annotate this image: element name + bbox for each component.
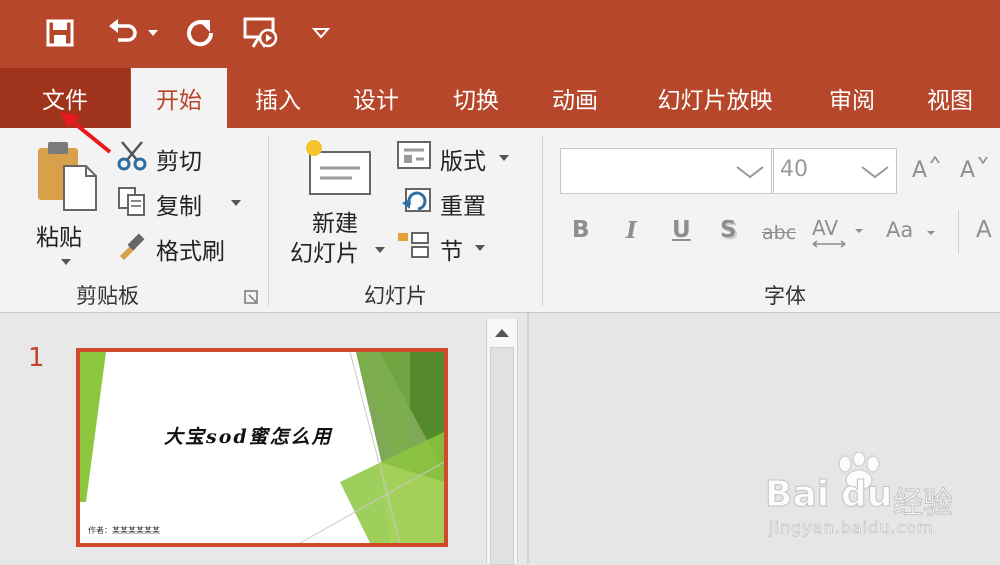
- watermark-brand-a: Bai: [764, 474, 830, 516]
- copy-label: 复制: [156, 194, 202, 220]
- ribbon-home: 粘贴 剪切 复制 格式刷 剪贴板 新建 幻灯片 版式 重置 节 幻灯片 40 A…: [0, 128, 1000, 313]
- tab-home[interactable]: 开始: [131, 68, 227, 128]
- annotation-arrow-icon: [60, 112, 112, 154]
- separator: [958, 210, 959, 254]
- slideshow-from-start-icon[interactable]: [238, 14, 284, 52]
- reset-label: 重置: [440, 194, 486, 220]
- section-icon: [398, 232, 429, 258]
- format-painter-label: 格式刷: [156, 239, 225, 265]
- tab-design[interactable]: 设计: [332, 68, 420, 128]
- decrease-font-button[interactable]: A: [958, 156, 992, 186]
- caret-down-icon: [927, 231, 935, 235]
- shadow-button[interactable]: S: [720, 217, 737, 243]
- ribbon-tabs: 文件 开始 插入 设计 切换 动画 幻灯片放映 审阅 视图: [0, 68, 1000, 128]
- font-size-combo[interactable]: 40: [773, 148, 897, 194]
- paste-dropdown-icon[interactable]: [60, 258, 72, 266]
- slide-title: 大宝sod蜜怎么用: [164, 426, 333, 448]
- tab-animations[interactable]: 动画: [531, 68, 619, 128]
- slide-number: 1: [28, 343, 45, 373]
- change-case-icon: Aa: [886, 218, 914, 242]
- scissors-icon: [117, 141, 147, 171]
- clipboard-group-label: 剪贴板: [76, 284, 139, 308]
- clear-formatting-button[interactable]: A: [976, 217, 992, 243]
- thumbnail-scrollbar[interactable]: [486, 319, 518, 565]
- redo-icon[interactable]: [180, 14, 220, 52]
- font-name-combo[interactable]: [560, 148, 772, 194]
- character-spacing-icon: AV: [812, 216, 839, 240]
- tab-slideshow[interactable]: 幻灯片放映: [638, 68, 792, 128]
- scroll-up-icon[interactable]: [493, 327, 511, 339]
- font-size-value: 40: [780, 157, 808, 182]
- layout-button[interactable]: 版式: [396, 140, 516, 175]
- change-case-button[interactable]: Aa: [886, 216, 942, 250]
- format-painter-button[interactable]: 格式刷: [116, 230, 246, 265]
- layout-dropdown-icon: [499, 155, 509, 161]
- slide-footer: 作者：某某某某某某: [88, 526, 160, 535]
- copy-dropdown-icon[interactable]: [230, 199, 242, 207]
- customize-qat-icon[interactable]: [306, 14, 336, 52]
- watermark-brand-b: du: [840, 474, 893, 516]
- dialog-launcher-icon[interactable]: [244, 290, 258, 304]
- quick-access-toolbar: [0, 0, 1000, 68]
- caret-up-icon: [930, 156, 940, 164]
- undo-dropdown-icon[interactable]: [142, 14, 164, 52]
- chevron-down-icon[interactable]: [860, 165, 890, 179]
- paste-label: 粘贴: [36, 225, 82, 251]
- cut-label: 剪切: [156, 149, 202, 175]
- copy-icon: [118, 187, 145, 216]
- strikethrough-button[interactable]: abc: [762, 222, 796, 244]
- bold-button[interactable]: B: [572, 217, 590, 243]
- brush-icon: [120, 233, 145, 260]
- font-group-label: 字体: [764, 284, 806, 308]
- layout-label: 版式: [440, 149, 486, 175]
- scroll-thumb[interactable]: [490, 347, 514, 565]
- new-slide-label-1: 新建: [312, 211, 358, 237]
- section-label: 节: [440, 239, 463, 265]
- separator: [542, 136, 543, 306]
- increase-font-button[interactable]: A: [910, 156, 940, 186]
- italic-button[interactable]: I: [626, 217, 637, 244]
- copy-button[interactable]: 复制: [116, 185, 246, 220]
- reset-button[interactable]: 重置: [396, 185, 516, 220]
- save-icon[interactable]: [42, 14, 78, 52]
- new-slide-dropdown-icon: [375, 247, 385, 253]
- character-spacing-button[interactable]: AV: [812, 216, 868, 250]
- reset-icon: [402, 188, 431, 212]
- section-dropdown-icon: [475, 245, 485, 251]
- tab-view[interactable]: 视图: [906, 68, 994, 128]
- undo-icon[interactable]: [104, 14, 140, 52]
- caret-down-icon: [855, 229, 863, 233]
- tab-insert[interactable]: 插入: [234, 68, 322, 128]
- watermark-url: jingyan.baidu.com: [769, 518, 934, 538]
- increase-font-icon: A: [912, 158, 928, 183]
- cut-button[interactable]: 剪切: [116, 140, 226, 175]
- new-slide-icon: [306, 140, 371, 195]
- layout-icon: [397, 141, 431, 169]
- chevron-down-icon[interactable]: [735, 165, 765, 179]
- slides-group-label: 幻灯片: [364, 284, 427, 308]
- slide-thumbnail[interactable]: 大宝sod蜜怎么用 作者：某某某某某某: [76, 348, 448, 547]
- underline-button[interactable]: U: [672, 217, 691, 243]
- section-button[interactable]: 节: [396, 230, 496, 265]
- tab-review[interactable]: 审阅: [808, 68, 896, 128]
- separator: [268, 136, 269, 306]
- decrease-font-icon: A: [960, 158, 976, 183]
- new-slide-button[interactable]: 新建 幻灯片: [288, 138, 388, 268]
- new-slide-label-2: 幻灯片: [290, 241, 359, 267]
- double-arrow-icon: [812, 240, 846, 248]
- baidu-watermark: Bai du 经验 jingyan.baidu.com: [764, 452, 995, 542]
- caret-down-icon: [978, 156, 988, 164]
- watermark-brand-cn: 经验: [893, 486, 954, 522]
- tab-transitions[interactable]: 切换: [432, 68, 520, 128]
